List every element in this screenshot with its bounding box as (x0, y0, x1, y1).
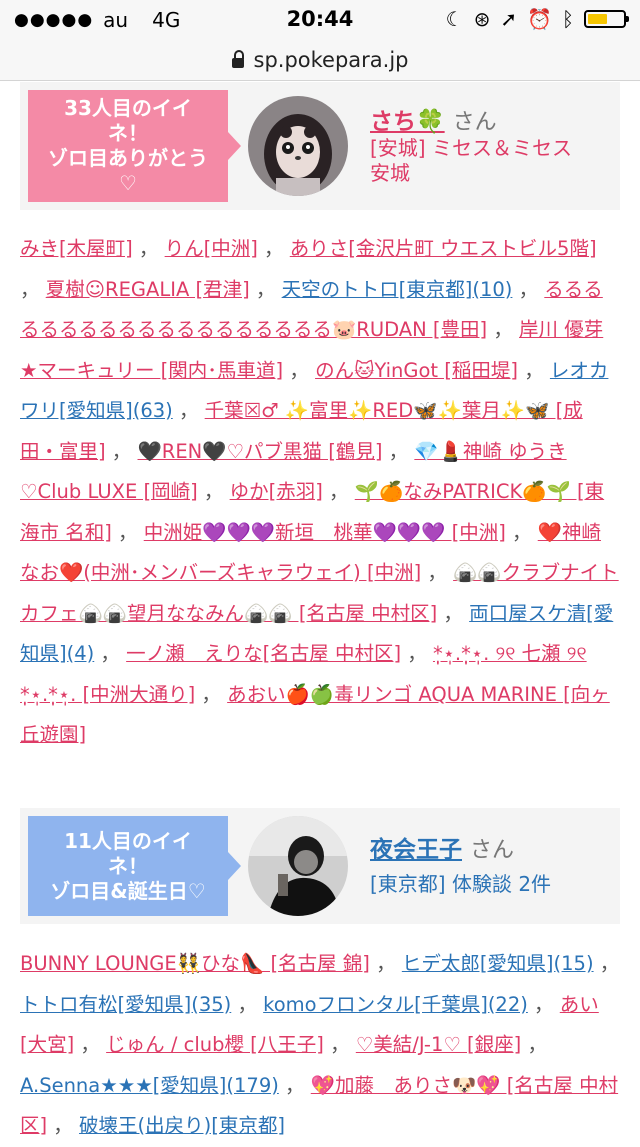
separator: ， (437, 601, 470, 625)
status-bar: ●●●●● au 4G 20:44 ☾ ⊛ ➚ ⏰ ᛒ (0, 0, 640, 40)
separator: ， (527, 992, 560, 1016)
separator: ， (20, 277, 46, 301)
profile-info-line: [東京都] 体験談 2件 (370, 872, 552, 896)
battery-icon (584, 10, 629, 28)
name-link[interactable]: さち🍀 (370, 109, 445, 135)
separator: ， (505, 520, 538, 544)
url-text[interactable]: sp.pokepara.jp (254, 48, 409, 72)
separator: ， (369, 952, 402, 975)
separator: ， (521, 1033, 547, 1056)
separator: ， (323, 1033, 356, 1056)
moon-icon: ☾ (445, 7, 464, 31)
liker-link[interactable]: 天空のトトロ[東京都](10) (282, 278, 513, 301)
separator: ， (132, 237, 165, 260)
battery-level (588, 14, 607, 24)
ribbon-line: 11人目のイイ (64, 828, 192, 853)
avatar[interactable] (248, 816, 348, 916)
liker-link[interactable]: りん[中洲] (165, 237, 258, 260)
separator: ， (111, 520, 144, 544)
liker-link[interactable]: ヒデ太郎[愛知県](15) (402, 952, 594, 975)
separator: ， (94, 642, 127, 665)
separator: ， (518, 358, 550, 382)
profile-info-line: 安城 (370, 161, 410, 185)
ribbon-badge: 11人目のイイ ネ！ ゾロ目&誕生日♡ (28, 816, 241, 916)
url-bar[interactable]: sp.pokepara.jp (0, 40, 640, 81)
liker-link[interactable]: A.Senna★★★[愛知県](179) (20, 1074, 279, 1097)
separator: ， (105, 439, 138, 463)
liker-link[interactable]: みき[木屋町] (20, 237, 133, 260)
name-line: さち🍀 さん (370, 102, 497, 136)
ribbon-line: ネ！ (108, 853, 148, 878)
liker-link[interactable]: 🖤REN🖤♡パブ黒猫 [鶴見] (138, 440, 383, 463)
ribbon-badge: 33人目のイイ ネ！ ゾロ目ありがとう ♡ (28, 90, 241, 202)
liker-link[interactable]: ゆか[赤羽] (230, 480, 323, 503)
separator: ， (278, 1073, 311, 1097)
liked-by-list: BUNNY LOUNGE👯ひな👠 [名古屋 錦] ， ヒデ太郎[愛知県](15)… (20, 944, 620, 1147)
ribbon-line: 33人目のイイ (64, 96, 192, 120)
separator: ， (322, 480, 355, 503)
like-card: 33人目のイイ ネ！ ゾロ目ありがとう ♡ さち🍀 さん [安城] ミセス＆ミセス… (20, 82, 620, 210)
san-label: さん (470, 838, 515, 863)
separator: ， (172, 399, 205, 422)
ribbon-line: ♡ (119, 171, 137, 195)
separator: ， (257, 237, 290, 260)
name-link[interactable]: 夜会王子 (370, 837, 462, 863)
separator: ， (47, 1114, 80, 1137)
separator: ， (382, 439, 415, 463)
ribbon-line: ゾロ目ありがとう (48, 146, 208, 170)
liker-link[interactable]: BUNNY LOUNGE👯ひな👠 [名古屋 錦] (20, 952, 370, 975)
liker-link[interactable]: トトロ有松[愛知県](35) (20, 993, 231, 1016)
liker-link[interactable]: ありさ[金沢片町 ウエストビル5階] (290, 237, 597, 260)
liker-link[interactable]: 夏樹☺REGALIA [君津] (46, 278, 250, 301)
name-line: 夜会王子 さん (370, 830, 514, 864)
liker-link[interactable]: komoフロンタル[千葉県](22) (263, 993, 528, 1016)
location-arrow-icon: ➚ (500, 7, 518, 31)
san-label: さん (452, 110, 497, 135)
separator: ， (421, 561, 454, 584)
separator: ， (512, 277, 545, 301)
separator: ， (283, 358, 316, 382)
separator: ， (593, 952, 620, 975)
separator: ， (195, 682, 228, 706)
profile-info-line: [安城] ミセス＆ミセス (370, 136, 572, 160)
separator: ， (249, 277, 282, 301)
separator: ， (401, 642, 433, 665)
separator: ， (74, 1033, 107, 1056)
profile-info: [安城] ミセス＆ミセス 安城 (370, 136, 572, 186)
like-card: 11人目のイイ ネ！ ゾロ目&誕生日♡ 夜会王子 さん [東京都] 体験談 2件 (20, 808, 620, 924)
liker-link[interactable]: ♡美結/J-1♡ [銀座] (356, 1033, 521, 1056)
separator: ， (487, 318, 520, 341)
rotation-lock-icon: ⊛ (473, 7, 491, 31)
ribbon-line: ゾロ目&誕生日♡ (50, 878, 206, 903)
ribbon-line: ネ！ (108, 121, 148, 145)
liker-link[interactable]: 中洲姫💜💜💜新垣 桃華💜💜💜 [中洲] (144, 521, 506, 544)
liker-link[interactable]: じゅん / club櫻 [八王子] (106, 1033, 324, 1056)
bluetooth-icon: ᛒ (562, 7, 574, 31)
separator: ， (197, 480, 230, 503)
avatar[interactable] (248, 96, 348, 196)
liked-by-list: みき[木屋町] ， りん[中洲] ， ありさ[金沢片町 ウエストビル5階] ， … (20, 229, 620, 756)
liker-link[interactable]: 破壊王(出戻り)[東京都] (79, 1114, 285, 1137)
alarm-icon: ⏰ (527, 7, 552, 31)
liker-link[interactable]: のん🐱YinGot [稲田堤] (315, 359, 518, 382)
separator: ， (231, 992, 264, 1016)
profile-info: [東京都] 体験談 2件 (370, 872, 551, 897)
liker-link[interactable]: 一ノ瀬 えりな[名古屋 中村区] (126, 642, 401, 665)
lock-icon (231, 50, 244, 68)
